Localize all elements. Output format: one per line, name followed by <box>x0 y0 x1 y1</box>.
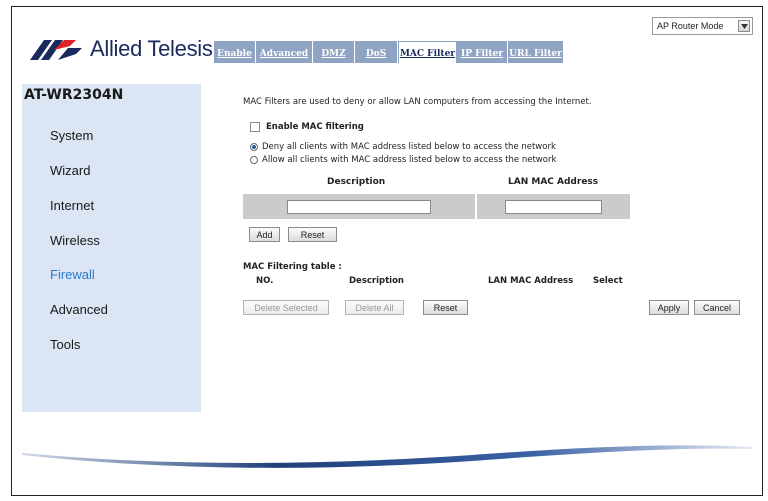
column-description: Description <box>349 276 404 286</box>
tab-url-filter[interactable]: URL Filter <box>508 41 564 63</box>
cancel-button[interactable]: Cancel <box>694 300 740 315</box>
mac-address-input[interactable] <box>505 200 602 214</box>
model-name: AT-WR2304N <box>24 87 124 103</box>
tab-enable[interactable]: Enable <box>214 41 256 63</box>
tab-advanced[interactable]: Advanced <box>256 41 313 63</box>
description-input[interactable] <box>287 200 431 214</box>
allow-policy-option[interactable]: Allow all clients with MAC address liste… <box>250 155 556 165</box>
enable-mac-filtering-label: Enable MAC filtering <box>266 122 364 132</box>
sidebar-item-tools[interactable]: Tools <box>50 337 80 352</box>
column-divider <box>475 194 477 219</box>
brand-name: Allied Telesis <box>90 36 213 61</box>
column-mac-address: LAN MAC Address <box>488 276 574 286</box>
sidebar: AT-WR2304N System Wizard Internet Wirele… <box>22 84 201 412</box>
tab-dmz[interactable]: DMZ <box>313 41 355 63</box>
mode-select[interactable]: AP Router Mode <box>652 17 753 35</box>
reset-table-button[interactable]: Reset <box>423 300 468 315</box>
sidebar-item-wireless[interactable]: Wireless <box>50 233 100 248</box>
add-button[interactable]: Add <box>249 227 280 242</box>
sidebar-item-firewall[interactable]: Firewall <box>50 267 95 282</box>
sidebar-item-wizard[interactable]: Wizard <box>50 163 90 178</box>
delete-selected-button[interactable]: Delete Selected <box>243 300 329 315</box>
allow-label: Allow all clients with MAC address liste… <box>262 155 557 165</box>
chevron-down-icon[interactable] <box>738 20 750 32</box>
mode-select-value: AP Router Mode <box>657 21 724 31</box>
mac-address-header: LAN MAC Address <box>508 177 599 187</box>
tab-bar: Enable Advanced DMZ DoS MAC Filter IP Fi… <box>214 41 564 63</box>
sidebar-item-internet[interactable]: Internet <box>50 198 94 213</box>
tab-ip-filter[interactable]: IP Filter <box>457 41 508 63</box>
deny-label: Deny all clients with MAC address listed… <box>262 142 556 152</box>
column-no: NO. <box>256 276 274 286</box>
intro-text: MAC Filters are used to deny or allow LA… <box>243 97 592 107</box>
deny-policy-option[interactable]: Deny all clients with MAC address listed… <box>250 142 556 152</box>
apply-button[interactable]: Apply <box>649 300 689 315</box>
column-select: Select <box>593 276 623 286</box>
footer-swoosh <box>22 445 752 468</box>
description-header: Description <box>327 177 386 187</box>
tab-mac-filter[interactable]: MAC Filter <box>398 41 457 63</box>
reset-form-button[interactable]: Reset <box>288 227 337 242</box>
mac-table-title: MAC Filtering table : <box>243 262 342 272</box>
allow-radio[interactable] <box>250 156 258 164</box>
enable-mac-filtering-checkbox[interactable] <box>250 122 260 132</box>
brand-logo: Allied Telesis <box>30 36 213 62</box>
deny-radio[interactable] <box>250 143 258 151</box>
allied-telesis-logo-icon <box>30 40 82 60</box>
sidebar-item-advanced[interactable]: Advanced <box>50 302 108 317</box>
delete-all-button[interactable]: Delete All <box>345 300 404 315</box>
tab-dos[interactable]: DoS <box>355 41 398 63</box>
sidebar-item-system[interactable]: System <box>50 128 93 143</box>
